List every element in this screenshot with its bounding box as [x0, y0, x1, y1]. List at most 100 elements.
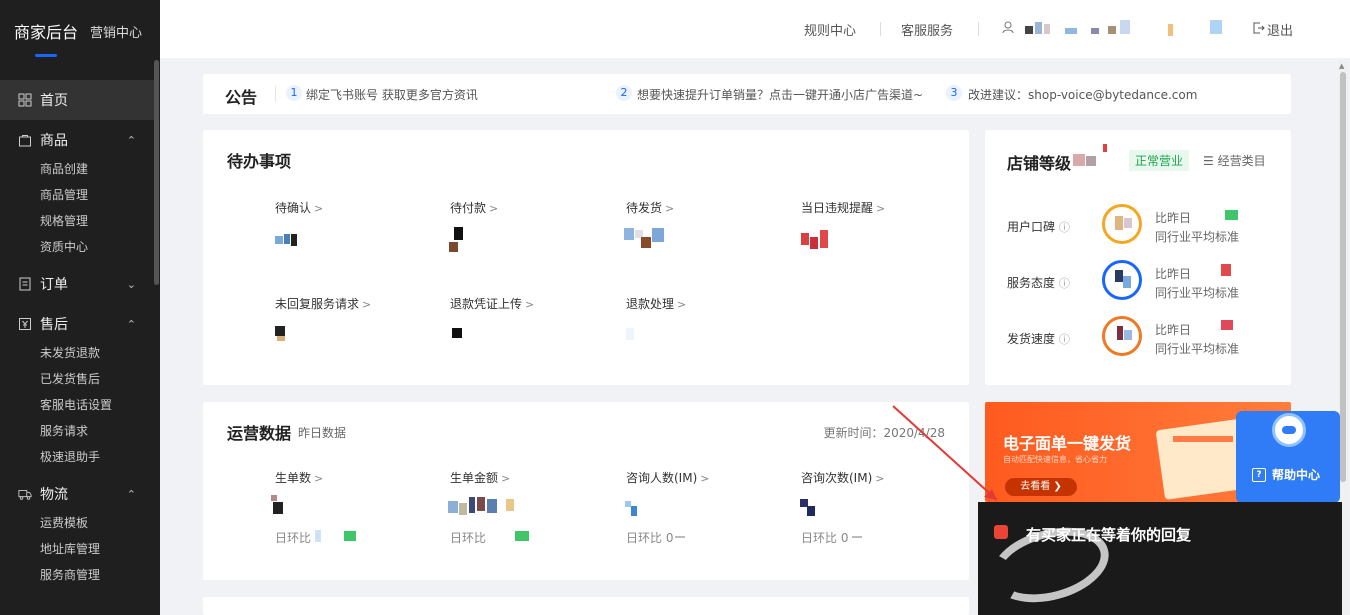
document-icon [18, 277, 32, 291]
compare-yesterday-text: 比昨日 [1155, 211, 1192, 225]
question-icon: ? [1252, 467, 1266, 482]
compare-yesterday-text: 比昨日 [1155, 323, 1192, 337]
sidebar-group-goods[interactable]: 商品 ⌃ [0, 125, 154, 155]
flat-indicator [852, 536, 862, 538]
ops-item-order-amount[interactable]: 生单金额 > [450, 469, 510, 486]
chrome-icon [994, 525, 1008, 539]
business-category-link[interactable]: ☰ 经营类目 [1203, 152, 1266, 169]
todo-item-unreplied-requests[interactable]: 未回复服务请求 > [275, 295, 371, 312]
notice-number: 3 [946, 85, 962, 101]
sidebar-group-orders-label: 订单 [40, 277, 68, 293]
help-center-widget[interactable]: ? 帮助中心 [1236, 411, 1340, 503]
banner-cta-button[interactable]: 去看看 ❯ [1005, 478, 1077, 496]
ops-data-subtitle: 昨日数据 [298, 426, 347, 440]
bag-icon [18, 133, 32, 147]
grid-icon [18, 93, 32, 107]
sidebar-item-fast-refund[interactable]: 极速退助手 [40, 447, 100, 467]
todo-item-label: 待确认 [275, 201, 312, 215]
user-icon [1002, 21, 1016, 35]
redacted-value [315, 530, 321, 542]
notice-item-1[interactable]: 绑定飞书账号 获取更多官方资讯 [306, 86, 478, 103]
sidebar-scrollbar[interactable] [154, 60, 159, 285]
metric-label-text: 发货速度 [1007, 332, 1056, 346]
chevron-right-icon: > [525, 298, 535, 311]
todo-item-label: 待付款 [450, 201, 487, 215]
sidebar-group-orders[interactable]: 订单 ⌄ [0, 269, 154, 299]
brand-active-indicator [35, 54, 57, 57]
help-center-label: 帮助中心 [1272, 468, 1321, 482]
notice-item-2[interactable]: 想要快速提升订单销量？点击一键开通小店广告渠道~ [637, 86, 923, 103]
sidebar-item-home[interactable]: 首页 [0, 80, 154, 120]
ops-item-label: 生单金额 [450, 471, 499, 485]
todo-item-refund-proof[interactable]: 退款凭证上传 > [450, 295, 534, 312]
store-status-badge: 正常营业 [1129, 150, 1190, 171]
sidebar: 商家后台 营销中心 首页 商品 ⌃ 商品创建 商品管理 规格管理 资质中心 订单… [0, 0, 160, 615]
sidebar-item-unshipped-refund[interactable]: 未发货退款 [40, 343, 100, 363]
notice-number: 2 [616, 85, 632, 101]
chevron-right-icon: > [700, 472, 710, 485]
sidebar-item-qualification[interactable]: 资质中心 [40, 237, 88, 257]
industry-average-text: 同行业平均标准 [1155, 342, 1240, 356]
sidebar-item-service-requests[interactable]: 服务请求 [40, 421, 88, 441]
waybill-illustration-line [1173, 436, 1233, 442]
chevron-right-icon: > [876, 202, 886, 215]
chevron-up-icon: ⌃ [126, 133, 136, 147]
question-circle-icon[interactable]: ⓘ [1059, 333, 1070, 346]
ops-item-orders[interactable]: 生单数 > [275, 469, 323, 486]
chevron-right-icon: > [314, 472, 324, 485]
sidebar-item-freight-template[interactable]: 运费模板 [40, 513, 88, 533]
divider [880, 22, 881, 36]
ops-item-im-visitors[interactable]: 咨询人数(IM) > [626, 469, 709, 486]
sidebar-item-address-library[interactable]: 地址库管理 [40, 539, 100, 559]
todo-item-label: 退款凭证上传 [450, 297, 523, 311]
chevron-right-icon: > [489, 202, 499, 215]
chevron-right-icon: > [362, 298, 372, 311]
notice-number: 1 [286, 85, 302, 101]
customer-service-link[interactable]: 客服服务 [901, 20, 953, 39]
metric-label-attitude: 服务态度 ⓘ [1007, 274, 1070, 291]
notice-bar: 公告 1 绑定飞书账号 获取更多官方资讯 2 想要快速提升订单销量？点击一键开通… [203, 74, 1291, 114]
brand-subtitle[interactable]: 营销中心 [90, 22, 142, 41]
question-circle-icon[interactable]: ⓘ [1059, 221, 1070, 234]
industry-average-text: 同行业平均标准 [1155, 286, 1240, 300]
scroll-up-icon[interactable]: ▲ [1339, 62, 1344, 70]
notice-item-3[interactable]: 改进建议：shop-voice@bytedance.com [968, 86, 1197, 103]
chevron-right-icon: > [501, 472, 511, 485]
sidebar-item-goods-manage[interactable]: 商品管理 [40, 185, 88, 205]
sidebar-group-logistics[interactable]: 物流 ⌃ [0, 479, 154, 509]
ops-data-card: 运营数据 昨日数据 更新时间：2020/4/28 生单数 > 生单金额 > 咨询人数… [203, 402, 969, 580]
ops-item-im-sessions[interactable]: 咨询次数(IM) > [801, 469, 884, 486]
divider [978, 22, 979, 36]
trend-indicator [344, 531, 356, 541]
todo-item-pending-shipment[interactable]: 待发货 > [626, 199, 674, 216]
todo-item-pending-payment[interactable]: 待付款 > [450, 199, 498, 216]
sidebar-item-phone-settings[interactable]: 客服电话设置 [40, 395, 112, 415]
sidebar-item-goods-create[interactable]: 商品创建 [40, 159, 88, 179]
logout-icon[interactable] [1253, 22, 1265, 37]
todo-item-violation-alert[interactable]: 当日违规提醒 > [801, 199, 885, 216]
topbar: 规则中心 客服服务 退出 [160, 0, 1350, 58]
todo-item-refund-process[interactable]: 退款处理 > [626, 295, 686, 312]
sidebar-group-aftersale[interactable]: 售后 ⌃ [0, 309, 154, 339]
chevron-right-icon: > [677, 298, 687, 311]
trend-indicator [1221, 264, 1231, 276]
sidebar-item-shipped-aftersale[interactable]: 已发货售后 [40, 369, 100, 389]
ops-item-label: 生单数 [275, 471, 312, 485]
banner-subtitle: 自动匹配快速信息，省心省力 [1003, 455, 1107, 464]
chevron-right-icon: > [875, 472, 885, 485]
question-circle-icon[interactable]: ⓘ [1059, 277, 1070, 290]
sidebar-item-carrier-manage[interactable]: 服务商管理 [40, 565, 100, 585]
sidebar-item-spec-manage[interactable]: 规格管理 [40, 211, 88, 231]
ops-item-label: 咨询次数(IM) [801, 471, 873, 485]
compare-yesterday-text: 比昨日 [1155, 267, 1192, 281]
todo-item-label: 退款处理 [626, 297, 675, 311]
help-center-button[interactable]: ? 帮助中心 [1252, 466, 1320, 483]
metric-label-shipping: 发货速度 ⓘ [1007, 330, 1070, 347]
main-scrollbar-thumb[interactable] [1340, 72, 1346, 482]
rules-center-link[interactable]: 规则中心 [804, 20, 856, 39]
sidebar-item-home-label: 首页 [40, 93, 68, 109]
brand-title[interactable]: 商家后台 [14, 19, 78, 43]
todo-item-pending-confirm[interactable]: 待确认 > [275, 199, 323, 216]
trend-indicator [1221, 320, 1233, 330]
logout-button[interactable]: 退出 [1267, 20, 1293, 39]
